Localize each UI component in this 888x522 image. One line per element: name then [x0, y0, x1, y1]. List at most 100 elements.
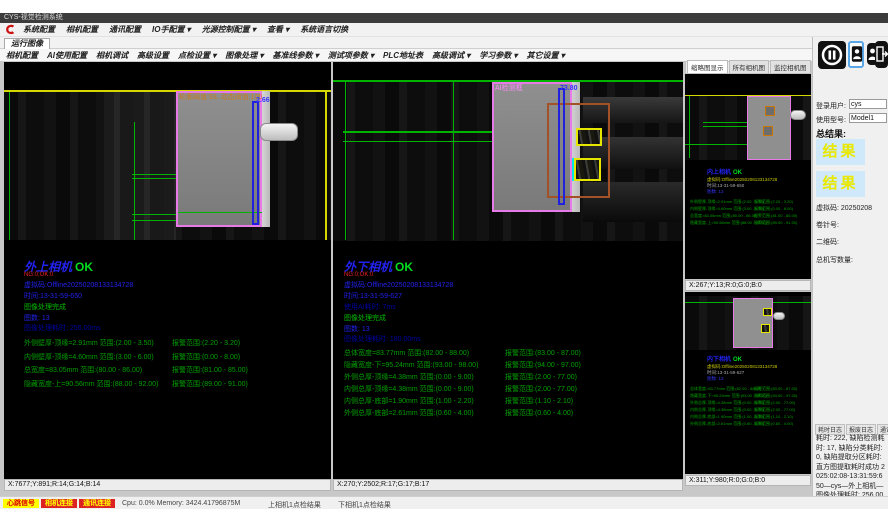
defect-box-2	[574, 158, 601, 181]
user-check-icon	[851, 44, 863, 64]
thumb-tab-monitor[interactable]: 监控相机图	[770, 60, 811, 73]
barcode-line: 虚拟码:Offline20250208133134728	[344, 280, 453, 290]
thumbnail-view-inner-lower[interactable]: 内下相机OK 虚拟码:Offline20250208133134728 时间:1…	[685, 292, 811, 474]
heartbeat-status-badge: 心跳信号	[3, 499, 39, 508]
defect-marker-2	[763, 126, 773, 136]
measurement-row: 总体宽度=83.77mm 范围:(82.00 - 88.00)报警范围:(83.…	[690, 386, 810, 393]
measurement-text: 外侧壁厚-顶缘=2.91mm 范围:(2.00 - 3.50)	[24, 338, 172, 352]
exit-button[interactable]	[875, 41, 888, 68]
tool-other-settings[interactable]: 其它设置 ▾	[527, 50, 565, 61]
menu-bar: 系统配置 相机配置 通讯配置 IO手配置 ▾ 光源控制配置 ▾ 查看 ▾ 系统语…	[0, 23, 888, 37]
ng-note: NG:0;OK:0	[24, 272, 53, 278]
lower-camera-check-status: 下相机1点检结果	[338, 500, 391, 510]
detection-region-box	[733, 298, 773, 348]
overlay-green-vline	[689, 96, 690, 158]
user-login-button[interactable]	[848, 41, 864, 68]
measurement-alarm: 报警范围:(81.00 - 85.00)	[754, 213, 797, 220]
overlay-green-hline-2	[703, 126, 749, 127]
overlay-green-hline-5	[178, 212, 262, 213]
time-line: 时间:13-31-59-627	[344, 291, 402, 301]
defect-box-1	[576, 128, 602, 146]
measurement-row: 内侧总厚-顶缘=4.38mm 范围:(0.00 - 9.00)报警范围:(2.0…	[344, 384, 674, 396]
measurement-alarm: 报警范围:(0.00 - 8.00)	[172, 352, 240, 366]
measurement-row: 内侧壁厚-顶缘=4.60mm 范围:(3.00 - 6.00)报警范围:(0.0…	[690, 206, 810, 213]
measurement-alarm: 报警范围:(2.00 - 77.00)	[754, 400, 795, 407]
needle-number-label: 卷针号:	[816, 220, 839, 230]
measurement-text: 隐藏宽度-下=95.24mm 范围:(93.00 - 98.00)	[344, 360, 505, 372]
measurement-text: 内侧总厚-底部=1.90mm 范围:(1.00 - 2.20)	[344, 396, 505, 408]
tool-learning-params[interactable]: 学习参数 ▾	[479, 50, 517, 61]
measurement-row: 内侧壁厚-顶缘=4.60mm 范围:(3.00 - 6.00)报警范围:(0.0…	[24, 352, 324, 366]
overlay-green-vline-1	[345, 80, 346, 240]
menu-io-config[interactable]: IO手配置 ▾	[152, 24, 191, 35]
measurement-row: 隐藏宽度-上=90.56mm 范围:(88.00 - 92.00)报警范围:(8…	[690, 220, 810, 227]
thumbnail-tabs: 缩略图显示 所有相机图 监控相机图	[685, 61, 811, 74]
threshold-overlay-label: 轮廓阈值:93, 动态阈值:100	[179, 92, 262, 102]
measurement-text: 外侧总厚-底部=2.61mm 范围:(0.60 - 4.00)	[690, 421, 754, 428]
menu-comm-config[interactable]: 通讯配置	[109, 24, 141, 35]
overlay-green-vline-2	[453, 80, 454, 240]
tool-camera-debug[interactable]: 相机调试	[96, 50, 128, 61]
tool-advanced-debug[interactable]: 高级调试 ▾	[432, 50, 470, 61]
measurement-alarm: 报警范围:(94.00 - 97.00)	[754, 393, 797, 400]
menu-camera-config[interactable]: 相机配置	[66, 24, 98, 35]
tab-run-image[interactable]: 运行图像	[4, 38, 50, 49]
menu-view[interactable]: 查看 ▾	[267, 24, 289, 35]
measurement-text: 外侧总厚-顶缘=4.38mm 范围:(0.00 - 9.00)	[344, 372, 505, 384]
measure-overlay-label: 2.66	[256, 97, 270, 104]
pause-icon	[818, 41, 846, 69]
app-logo-icon	[4, 23, 17, 36]
measurement-row: 内侧总厚-顶缘=4.38mm 范围:(0.00 - 9.00)报警范围:(2.0…	[690, 407, 810, 414]
measurement-alarm: 报警范围:(2.00 - 77.00)	[505, 372, 577, 384]
menu-system-config[interactable]: 系统配置	[23, 24, 55, 35]
metal-clip-part	[773, 312, 785, 320]
barcode-line: 虚拟码:Offline20250208133134728	[24, 280, 133, 290]
menu-language-switch[interactable]: 系统语言切换	[300, 24, 348, 35]
tool-advanced-settings[interactable]: 高级设置	[137, 50, 169, 61]
tool-test-params[interactable]: 测试项参数 ▾	[328, 50, 374, 61]
thumbnail-view-inner-upper[interactable]: 内上相机OK 虚拟码:Offline20250208133134728 时间:1…	[685, 74, 811, 279]
measurement-text: 总宽度=83.05mm 范围:(80.00 - 86.00)	[24, 365, 172, 379]
thumb-measurement-rows: 外侧壁厚-顶缘=2.91mm 范围:(2.00 - 3.50)报警范围:(2.2…	[690, 199, 810, 227]
ng-note: NG:0;OK:0	[344, 272, 373, 278]
measurement-text: 隐藏宽度-下=95.24mm 范围:(93.00 - 98.00)	[690, 393, 754, 400]
tool-camera-config[interactable]: 相机配置	[6, 50, 38, 61]
measurement-text: 总体宽度=83.77mm 范围:(82.00 - 88.00)	[690, 386, 754, 393]
overlay-yellow-vline	[325, 90, 327, 240]
measurement-alarm: 报警范围:(0.60 - 4.00)	[754, 421, 793, 428]
tool-ai-usage-config[interactable]: AI使用配置	[47, 50, 87, 61]
pause-button[interactable]	[818, 41, 846, 69]
overlay-green-hline-1	[343, 131, 493, 133]
login-user-field[interactable]: cys	[849, 99, 887, 109]
measurement-text: 总体宽度=83.77mm 范围:(82.00 - 88.00)	[344, 348, 505, 360]
overlay-green-hline-1	[703, 122, 749, 123]
measurement-row: 总宽度=83.05mm 范围:(80.00 - 86.00)报警范围:(81.0…	[690, 213, 810, 220]
right-panel: 登录用户: cys 使用型号: Model1 总结果: 结果 结果 虚拟码: 2…	[812, 37, 888, 496]
measurement-row: 内侧总厚-底部=1.90mm 范围:(1.00 - 2.20)报警范围:(1.1…	[344, 396, 674, 408]
measurement-text: 内侧总厚-顶缘=4.38mm 范围:(0.00 - 9.00)	[690, 407, 754, 414]
tool-baseline-params[interactable]: 基准线参数 ▾	[273, 50, 319, 61]
measurement-alarm: 报警范围:(1.10 - 2.10)	[754, 414, 793, 421]
thumb-tab-overview[interactable]: 缩略图显示	[687, 60, 728, 73]
menu-light-config[interactable]: 光源控制配置 ▾	[202, 24, 256, 35]
thumb-count-line: 图数: 13	[707, 189, 724, 195]
qrcode-label: 二维码:	[816, 237, 839, 247]
camera-view-outer-lower[interactable]: AI检测框 73.80 外下相机OK NG:0;OK:0 虚拟码:Offline…	[333, 62, 683, 479]
camera-connection-badge: 相机连接	[41, 499, 77, 508]
measurement-row: 外侧总厚-底部=2.61mm 范围:(0.60 - 4.00)报警范围:(0.6…	[344, 408, 674, 420]
thumb-tab-all-cameras[interactable]: 所有相机图	[729, 60, 770, 73]
measurement-alarm: 报警范围:(89.00 - 91.00)	[172, 379, 248, 393]
coordinate-bar-thumb-top: X:267;Y:13;R:0;G:0;B:0	[685, 280, 811, 291]
tool-image-processing[interactable]: 图像处理 ▾	[225, 50, 263, 61]
tab-row: 运行图像	[0, 37, 888, 49]
measurement-text: 隐藏宽度-上=90.56mm 范围:(88.00 - 92.00)	[24, 379, 172, 393]
camera-status: OK	[733, 170, 742, 176]
camera-view-outer-upper[interactable]: 轮廓阈值:93, 动态阈值:100 2.66 外上相机OK NG:0;OK:0 …	[4, 62, 331, 479]
tool-spot-check[interactable]: 点检设置 ▾	[178, 50, 216, 61]
measurement-row: 外侧壁厚-顶缘=2.91mm 范围:(2.00 - 3.50)报警范围:(2.2…	[690, 199, 810, 206]
measurement-row: 总体宽度=83.77mm 范围:(82.00 - 88.00)报警范围:(83.…	[344, 348, 674, 360]
model-field[interactable]: Model1	[849, 113, 887, 123]
result-badge-1: 结果	[816, 139, 865, 165]
measurement-text: 内侧壁厚-顶缘=4.60mm 范围:(3.00 - 6.00)	[24, 352, 172, 366]
tool-plc-address[interactable]: PLC地址表	[383, 50, 423, 61]
